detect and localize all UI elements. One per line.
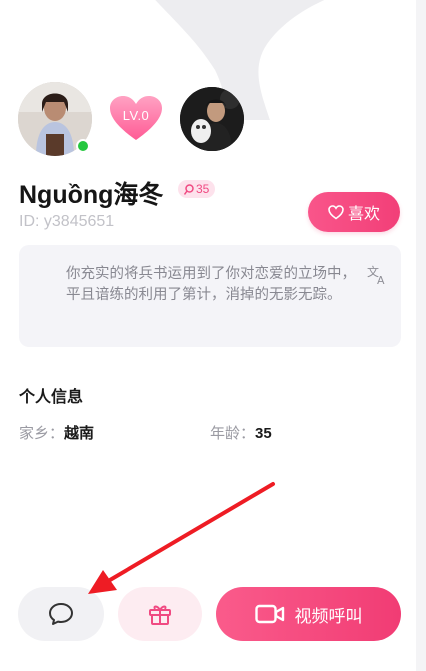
partner-avatar-image [180,87,244,151]
partner-avatar[interactable] [180,87,244,151]
pin-icon [184,183,194,195]
svg-text:A: A [377,274,385,286]
chat-button[interactable] [18,587,104,641]
like-button[interactable]: 喜欢 [308,192,400,232]
video-call-label: 视频呼叫 [294,606,363,626]
online-status-dot [76,139,90,153]
level-label: LV.0 [122,108,150,123]
user-id: ID: y3845651 [19,213,115,230]
right-edge-strip [416,0,426,671]
gift-button[interactable] [118,587,202,641]
age-row: 年龄：35 [210,422,272,443]
translate-icon[interactable]: 文 A [366,264,388,286]
video-call-button[interactable]: 视频呼叫 [216,587,401,641]
chat-bubble-icon [49,603,73,625]
age-value: 35 [255,425,272,442]
profile-name: Nguồng海冬 [19,181,164,209]
hometown-value: 越南 [64,425,95,442]
video-camera-icon [254,604,284,624]
likes-count: 35 [196,182,210,196]
personal-info-title: 个人信息 [19,389,84,406]
level-heart-badge: LV.0 [110,96,162,142]
bio-text: 你充实的将兵书运用到了你对恋爱的立场中，平且谙练的利用了第计，消掉的无影无踪。 [66,266,356,303]
likes-count-badge: 35 [178,180,216,198]
heart-outline-icon [328,204,344,219]
hometown-label: 家乡： [19,425,65,442]
age-label: 年龄： [210,425,256,442]
like-button-label: 喜欢 [347,206,380,223]
hometown-row: 家乡：越南 [19,422,94,443]
gift-icon [149,605,171,625]
